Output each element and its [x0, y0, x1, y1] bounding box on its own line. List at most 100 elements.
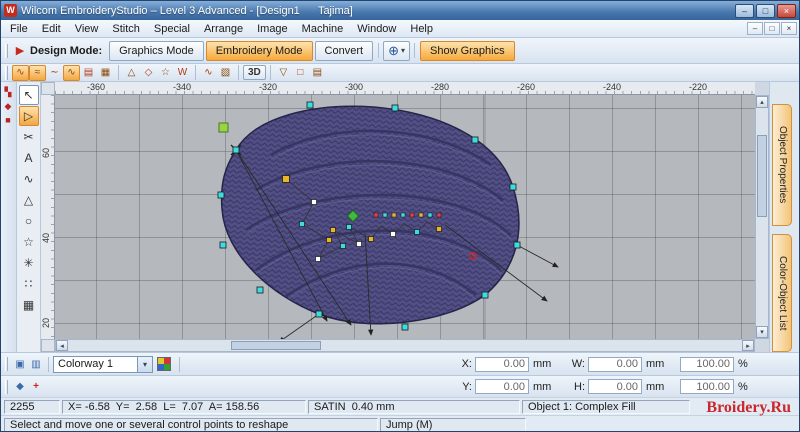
tab-color-object-list[interactable]: Color-Object List: [772, 234, 792, 352]
hoop-view-icon[interactable]: □: [292, 65, 309, 81]
toolbar-grip[interactable]: [5, 379, 8, 394]
graphics-mode-button[interactable]: Graphics Mode: [109, 40, 204, 61]
star-fill-icon[interactable]: ☆: [157, 65, 174, 81]
satin-stitch-icon[interactable]: ≈: [29, 64, 46, 81]
contour-shape-icon[interactable]: △: [123, 65, 140, 81]
tatami-fill-icon[interactable]: ▤: [80, 65, 97, 81]
menu-special[interactable]: Special: [147, 22, 197, 36]
vertical-scrollbar[interactable]: ▴ ▾: [755, 95, 769, 339]
menu-stitch[interactable]: Stitch: [105, 22, 147, 36]
design-object-layer: [217, 95, 559, 339]
x-label: X:: [461, 358, 472, 370]
texture-fill-icon[interactable]: ▧: [217, 65, 234, 81]
menu-help[interactable]: Help: [403, 22, 440, 36]
add-color-icon[interactable]: +: [28, 379, 44, 394]
transform-row-x: X: 0.00 mm W: 0.00 mm 100.00 %: [454, 356, 796, 372]
design-window-icon[interactable]: ▣: [12, 357, 28, 372]
zigzag-effect-icon[interactable]: ∿: [200, 65, 217, 81]
select-tool[interactable]: ↖: [18, 85, 39, 105]
3d-view-button[interactable]: 3D: [243, 65, 266, 80]
colorway-palette-icon[interactable]: [157, 357, 171, 371]
tab-object-properties[interactable]: Object Properties: [772, 104, 792, 226]
stitch-list-icon[interactable]: ◆: [1, 99, 15, 113]
maximize-button[interactable]: □: [756, 3, 775, 18]
mdi-minimize-button[interactable]: –: [747, 22, 763, 35]
pointer-position: X= -6.58 Y= 2.58 L= 7.07 A= 158.56: [62, 399, 306, 414]
close-button[interactable]: ×: [777, 3, 796, 18]
y-field[interactable]: 0.00: [475, 379, 529, 394]
slow-redraw-icon[interactable]: ▚: [1, 85, 15, 99]
minimize-button[interactable]: –: [735, 3, 754, 18]
menu-image[interactable]: Image: [250, 22, 295, 36]
pattern-fill-icon[interactable]: ▦: [97, 65, 114, 81]
horizontal-scroll-thumb[interactable]: [230, 341, 322, 350]
colorway-select[interactable]: Colorway 1 ▾: [53, 355, 153, 373]
menu-file[interactable]: File: [3, 22, 35, 36]
horizontal-scrollbar[interactable]: ◂ ▸: [55, 339, 755, 352]
transform-toolbar: ◆ + Y: 0.00 mm H: 0.00 mm 100.00 %: [1, 375, 799, 397]
w-field[interactable]: 0.00: [588, 356, 642, 372]
show-graphics-button[interactable]: Show Graphics: [420, 40, 515, 61]
diamond-shape-icon[interactable]: ◇: [140, 65, 157, 81]
menu-machine[interactable]: Machine: [295, 22, 351, 36]
mdi-restore-button[interactable]: □: [764, 22, 780, 35]
scroll-right-icon[interactable]: ▸: [742, 340, 754, 351]
run-stitch-icon[interactable]: ∿: [12, 64, 29, 81]
y-label: Y:: [462, 380, 472, 393]
menu-edit[interactable]: Edit: [35, 22, 68, 36]
vertical-scroll-thumb[interactable]: [757, 134, 767, 217]
x-unit: mm: [533, 358, 552, 370]
scroll-up-icon[interactable]: ▴: [756, 96, 768, 108]
hoop-globe-button[interactable]: ⊕ ▾: [383, 40, 410, 61]
horizontal-ruler: -360 -340 -320 -300 -280 -260 -240 -220: [55, 82, 755, 95]
scale-y-field[interactable]: 100.00: [680, 379, 734, 394]
stitch-player-icon[interactable]: ▶: [12, 44, 28, 57]
embroidery-mode-button[interactable]: Embroidery Mode: [205, 40, 313, 61]
overview-window-icon[interactable]: ■: [1, 113, 15, 127]
x-field[interactable]: 0.00: [475, 356, 529, 372]
circle-tool[interactable]: ○: [19, 211, 39, 231]
scale-x-unit: %: [738, 358, 748, 370]
scroll-left-icon[interactable]: ◂: [56, 340, 68, 351]
design-mode-label: Design Mode:: [30, 44, 103, 57]
manual-stitch-tool[interactable]: ∷: [19, 274, 39, 294]
triple-run-icon[interactable]: ∼: [46, 65, 63, 81]
scale-x-field[interactable]: 100.00: [680, 356, 734, 372]
design-canvas[interactable]: [55, 95, 755, 339]
globe-icon: ⊕: [388, 42, 399, 58]
lettering-tool[interactable]: A: [19, 148, 39, 168]
convert-button[interactable]: Convert: [314, 40, 374, 61]
y-unit: mm: [533, 380, 552, 393]
h-field[interactable]: 0.00: [588, 379, 642, 394]
menu-arrange[interactable]: Arrange: [197, 22, 250, 36]
h-label: H:: [574, 380, 585, 393]
toolbar-grip[interactable]: [5, 43, 8, 58]
background-color-icon[interactable]: ▥: [28, 357, 44, 372]
ruler-label: -340: [172, 82, 192, 92]
toolbar-grip[interactable]: [5, 357, 8, 371]
star-tool[interactable]: ☆: [19, 232, 39, 252]
chevron-down-icon[interactable]: ▾: [137, 356, 152, 372]
fill-tool[interactable]: ▦: [19, 295, 39, 315]
ruler-label: -360: [86, 82, 106, 92]
motif-run-icon[interactable]: ∿: [63, 64, 80, 81]
grid-view-icon[interactable]: ▤: [309, 65, 326, 81]
right-tab-rail: Object Properties Color-Object List: [769, 82, 799, 352]
run-tool[interactable]: ∿: [19, 169, 39, 189]
closed-shape-tool[interactable]: △: [19, 190, 39, 210]
mdi-close-button[interactable]: ×: [781, 22, 797, 35]
motif-tool[interactable]: ✳: [19, 253, 39, 273]
stitch-toolbar: ∿ ≈ ∼ ∿ ▤ ▦ △ ◇ ☆ W ∿ ▧ 3D ▽ □ ▤: [1, 64, 799, 82]
window-title: Wilcom EmbroideryStudio – Level 3 Advanc…: [21, 4, 353, 17]
knife-tool[interactable]: ✂: [19, 127, 39, 147]
outline-view-icon[interactable]: ▽: [275, 65, 292, 81]
travel-mode-info: Jump (M): [380, 417, 526, 431]
chevron-down-icon: ▾: [400, 46, 405, 55]
menu-view[interactable]: View: [68, 22, 106, 36]
reshape-tool[interactable]: ▷: [18, 106, 39, 126]
align-icon[interactable]: ◆: [12, 379, 28, 394]
toolbar-grip[interactable]: [5, 65, 8, 80]
scroll-down-icon[interactable]: ▾: [756, 326, 768, 338]
wave-effect-icon[interactable]: W: [174, 65, 191, 81]
menu-window[interactable]: Window: [350, 22, 403, 36]
